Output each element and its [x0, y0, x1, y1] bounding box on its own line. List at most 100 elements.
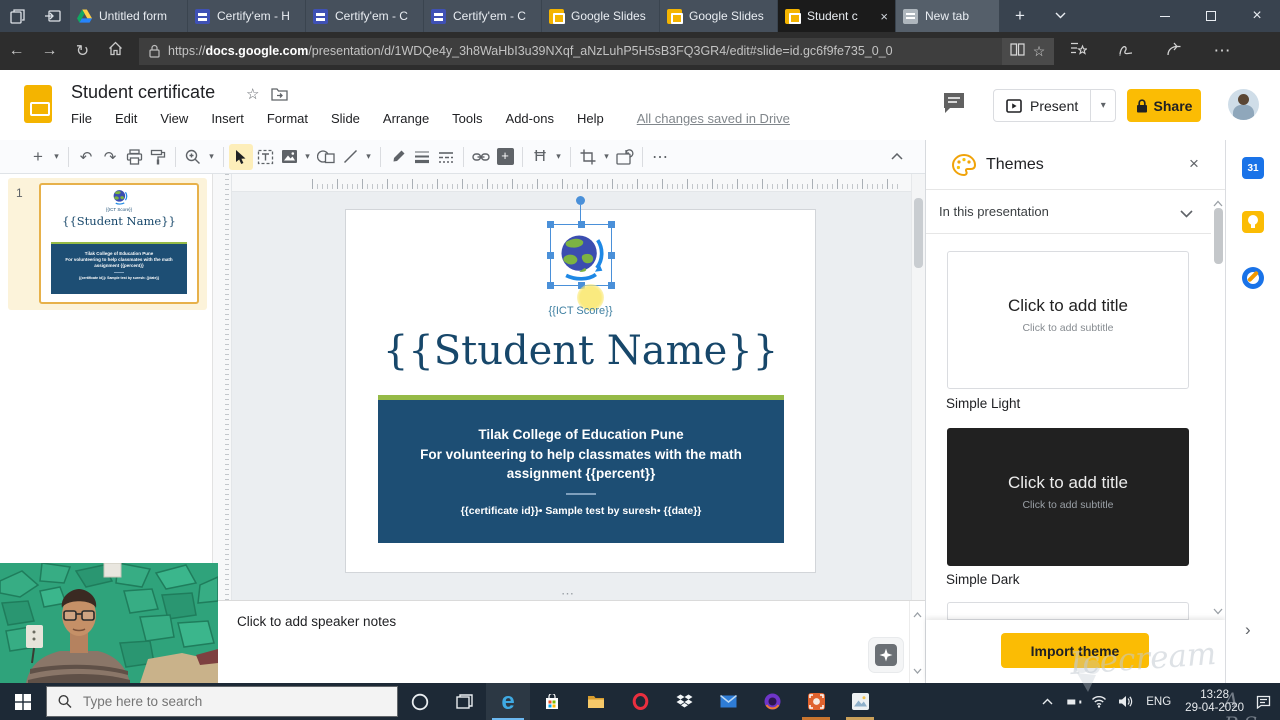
menu-view[interactable]: View: [160, 111, 188, 126]
rotation-handle[interactable]: [576, 196, 585, 205]
mail-icon[interactable]: [706, 683, 750, 720]
favorite-star-icon[interactable]: ☆: [1028, 43, 1050, 60]
menu-edit[interactable]: Edit: [115, 111, 137, 126]
new-slide-dropdown[interactable]: ▾: [50, 151, 63, 162]
tab-close-icon[interactable]: ×: [878, 9, 888, 24]
menu-slide[interactable]: Slide: [331, 111, 360, 126]
hide-menus-icon[interactable]: [885, 153, 909, 160]
menu-tools[interactable]: Tools: [452, 111, 482, 126]
tab-certifyem-2[interactable]: Certify'em - C: [306, 0, 424, 32]
resize-handle-e[interactable]: [608, 252, 615, 259]
explore-button[interactable]: [868, 637, 904, 673]
college-text[interactable]: Tilak College of Education Pune: [378, 425, 784, 445]
crop-image-icon[interactable]: [576, 149, 600, 165]
slide-editor[interactable]: {{ICT Score}} {{Student Name}} Tilak Col…: [345, 209, 816, 573]
text-box-icon[interactable]: [253, 149, 277, 165]
insert-shape-icon[interactable]: [314, 149, 338, 164]
share-button[interactable]: Share: [1127, 89, 1201, 122]
comment-history-icon[interactable]: [942, 92, 966, 119]
redo-icon[interactable]: ↷: [98, 148, 122, 166]
menu-help[interactable]: Help: [577, 111, 604, 126]
themes-scrollbar[interactable]: [1212, 194, 1225, 620]
notes-scrollbar[interactable]: [909, 601, 925, 683]
tasks-icon[interactable]: [1242, 267, 1264, 289]
print-icon[interactable]: [122, 149, 146, 165]
present-dropdown[interactable]: ▾: [1090, 90, 1115, 121]
close-panel-icon[interactable]: ×: [1189, 154, 1199, 174]
zoom-icon[interactable]: [181, 149, 205, 165]
home-button[interactable]: [99, 41, 132, 61]
browser-menu-icon[interactable]: ⋯: [1198, 41, 1246, 61]
menu-file[interactable]: File: [71, 111, 92, 126]
reset-image-icon[interactable]: [613, 149, 637, 165]
speaker-notes-input[interactable]: Click to add speaker notes: [237, 614, 396, 629]
tab-student-certificate[interactable]: Student c ×: [778, 0, 896, 32]
language-indicator[interactable]: ENG: [1138, 696, 1179, 708]
theme-card-simple-light[interactable]: Click to add title Click to add subtitle: [947, 251, 1189, 389]
import-theme-button[interactable]: Import theme: [1001, 633, 1149, 668]
undo-icon[interactable]: ↶: [74, 148, 98, 166]
share-page-icon[interactable]: [1150, 41, 1198, 61]
battery-icon[interactable]: [1060, 696, 1086, 708]
search-input[interactable]: [81, 693, 386, 710]
subtitle-box[interactable]: Tilak College of Education Pune For volu…: [378, 400, 784, 543]
new-tab-button[interactable]: +: [1000, 6, 1040, 26]
scrollbar-thumb[interactable]: [1214, 208, 1223, 264]
present-button[interactable]: Present ▾: [993, 89, 1116, 122]
set-tabs-aside-icon[interactable]: [35, 0, 70, 32]
line3-text[interactable]: assignment {{percent}}: [378, 464, 784, 484]
edge-icon[interactable]: e: [486, 683, 530, 720]
zoom-dropdown[interactable]: ▾: [205, 151, 218, 162]
microsoft-store-icon[interactable]: [530, 683, 574, 720]
theme-card-simple-dark[interactable]: Click to add title Click to add subtitle: [947, 428, 1189, 566]
opera-icon[interactable]: [618, 683, 662, 720]
tab-new-tab[interactable]: New tab: [896, 0, 1000, 32]
select-tool-icon[interactable]: [229, 144, 253, 170]
slides-logo-icon[interactable]: [24, 85, 52, 123]
reading-view-icon[interactable]: [1006, 43, 1028, 59]
url-field[interactable]: https://docs.google.com/presentation/d/1…: [139, 38, 1054, 65]
border-color-icon[interactable]: [386, 149, 410, 165]
new-slide-button[interactable]: +: [26, 147, 50, 167]
scroll-down-icon[interactable]: [913, 661, 922, 679]
insert-line-icon[interactable]: [338, 149, 362, 164]
resize-handle-sw[interactable]: [547, 282, 554, 289]
keep-icon[interactable]: [1242, 211, 1264, 233]
star-document-icon[interactable]: ☆: [246, 85, 259, 103]
insert-image-icon[interactable]: [277, 149, 301, 164]
privacy-browser-icon[interactable]: [750, 683, 794, 720]
minimize-button[interactable]: [1142, 0, 1188, 32]
action-center-icon[interactable]: [1250, 695, 1276, 709]
photos-icon[interactable]: [838, 683, 882, 720]
mask-image-icon[interactable]: Ħ: [528, 148, 552, 166]
ict-score-text[interactable]: {{ICT Score}}: [346, 305, 815, 317]
back-button[interactable]: ←: [0, 42, 33, 60]
hide-side-panel-icon[interactable]: ›: [1245, 620, 1251, 640]
scroll-up-icon[interactable]: [913, 605, 922, 623]
line2-text[interactable]: For volunteering to help classmates with…: [378, 445, 784, 465]
paint-format-icon[interactable]: [146, 149, 170, 165]
tab-untitled-form[interactable]: Untitled form: [70, 0, 188, 32]
resize-handle-ne[interactable]: [608, 221, 615, 228]
line-dropdown[interactable]: ▾: [362, 151, 375, 162]
in-this-presentation-row[interactable]: In this presentation: [926, 190, 1211, 234]
forward-button[interactable]: →: [33, 42, 66, 60]
scroll-down-icon[interactable]: [1213, 602, 1223, 620]
task-view-icon[interactable]: [442, 683, 486, 720]
maximize-button[interactable]: [1188, 0, 1234, 32]
volume-icon[interactable]: [1112, 695, 1138, 708]
calendar-icon[interactable]: 31: [1242, 157, 1264, 179]
footer-text[interactable]: {{certificate id}}• Sample test by sures…: [378, 505, 784, 517]
resize-handle-n[interactable]: [578, 221, 585, 228]
present-main[interactable]: Present: [994, 90, 1090, 121]
start-button[interactable]: [0, 683, 46, 720]
ink-notes-icon[interactable]: [1102, 42, 1150, 61]
file-explorer-icon[interactable]: [574, 683, 618, 720]
resize-handle-se[interactable]: [608, 282, 615, 289]
clock[interactable]: 13:28 29-04-2020: [1179, 689, 1250, 715]
slide-thumbnail-cell[interactable]: 1 {{ICT Score}} {{Student Name}} Tilak C…: [8, 178, 207, 310]
close-window-button[interactable]: ×: [1234, 0, 1280, 32]
menu-arrange[interactable]: Arrange: [383, 111, 429, 126]
resize-handle-nw[interactable]: [547, 221, 554, 228]
menu-insert[interactable]: Insert: [211, 111, 244, 126]
